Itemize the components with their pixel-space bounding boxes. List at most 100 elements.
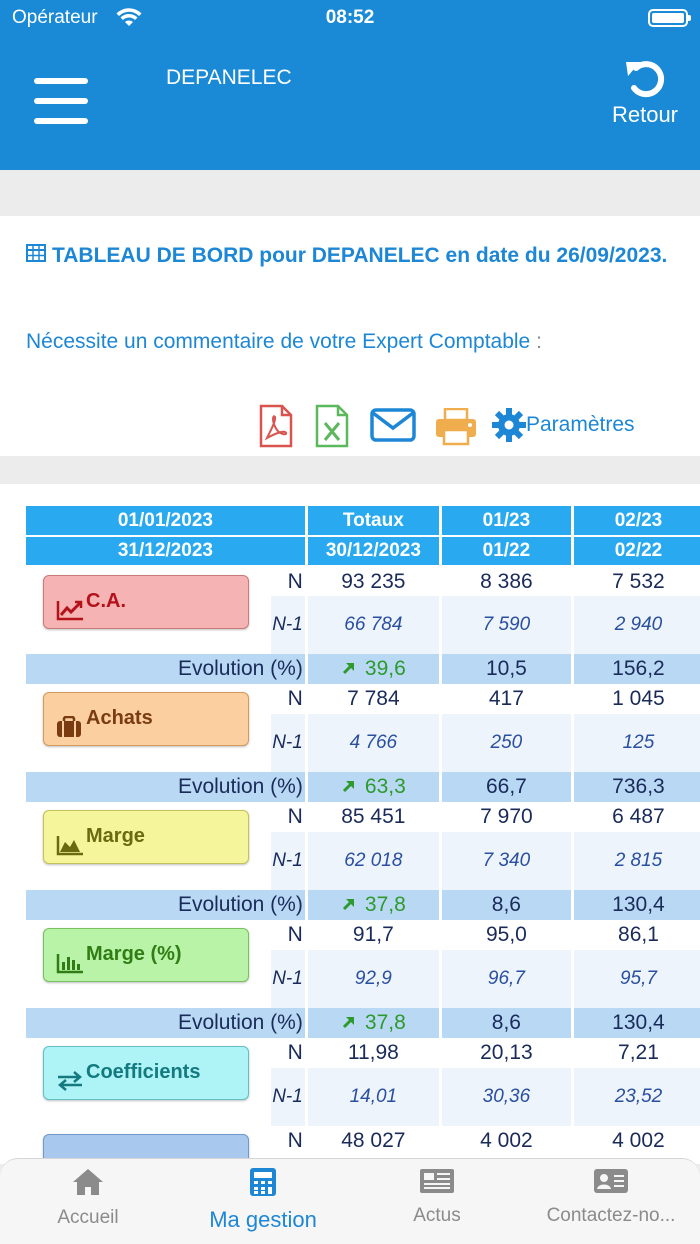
evolution-total: 39,6 bbox=[306, 654, 442, 684]
app-header: Opérateur 08:52 DEPANELEC Retour bbox=[0, 0, 700, 170]
comment-notice-colon: : bbox=[536, 330, 542, 353]
tab-actus[interactable]: Actus bbox=[400, 1167, 474, 1227]
n-1-label: N-1 bbox=[269, 596, 308, 654]
indicator-marge-button[interactable]: Marge (%) bbox=[43, 928, 249, 982]
indicator-achats-button[interactable]: Achats bbox=[43, 692, 249, 746]
evolution-total: 37,8 bbox=[306, 1008, 442, 1038]
table-row: C.A. N 93 235 8 386 7 532 bbox=[26, 566, 700, 654]
value-n-month: 6 487 bbox=[572, 802, 700, 832]
evolution-row: Evolution (%) 37,8 8,6 130,4 bbox=[26, 1008, 700, 1038]
table-row: Marge N 85 451 7 970 6 487 bbox=[26, 802, 700, 890]
dashboard-title-text: TABLEAU DE BORD pour DEPANELEC en date d… bbox=[52, 244, 668, 267]
value-n-1-month: 96,7 bbox=[440, 950, 574, 1008]
up-arrow-icon bbox=[342, 662, 354, 675]
indicator-c-a-button[interactable]: C.A. bbox=[43, 575, 249, 629]
evolution-total-value: 37,8 bbox=[364, 893, 406, 916]
value-n-month: 7,21 bbox=[572, 1038, 700, 1068]
value-n-1-month: 23,52 bbox=[572, 1068, 700, 1126]
indicator-cell: Marge (%) bbox=[26, 920, 272, 1008]
value-n-1-total: 14,01 bbox=[306, 1068, 442, 1126]
header-totals: Totaux bbox=[306, 506, 442, 537]
back-label: Retour bbox=[611, 102, 679, 127]
value-n-total: 48 027 bbox=[306, 1126, 442, 1156]
evolution-label: Evolution (%) bbox=[26, 1008, 308, 1038]
indicator-marge-icon bbox=[56, 943, 84, 993]
table-row: Coefficients N 11,98 20,13 7,21 bbox=[26, 1038, 700, 1126]
value-n-1-month: 125 bbox=[572, 714, 700, 772]
value-n-1-month: 250 bbox=[440, 714, 574, 772]
print-icon[interactable] bbox=[434, 407, 478, 451]
tab-label: Contactez-no... bbox=[546, 1205, 676, 1226]
indicator-label: Marge bbox=[86, 825, 145, 847]
indicator-marge-button[interactable]: Marge bbox=[43, 810, 249, 864]
indicator-cell: Marge bbox=[26, 802, 272, 890]
n-label: N bbox=[269, 566, 308, 596]
excel-export-icon[interactable] bbox=[314, 404, 350, 453]
value-n-1-total: 66 784 bbox=[306, 596, 442, 654]
status-bar: Opérateur 08:52 bbox=[0, 0, 700, 36]
indicator-label: Marge (%) bbox=[86, 943, 182, 965]
value-n-total: 91,7 bbox=[306, 920, 442, 950]
value-n-month: 1 045 bbox=[572, 684, 700, 714]
pdf-export-icon[interactable] bbox=[258, 404, 294, 453]
value-n-month: 20,13 bbox=[440, 1038, 574, 1068]
indicator-label: Coefficients bbox=[86, 1061, 201, 1083]
evolution-total: 63,3 bbox=[306, 772, 442, 802]
evolution-month: 156,2 bbox=[572, 654, 700, 684]
settings-button[interactable]: Paramètres bbox=[492, 408, 635, 442]
value-n-1-total: 62 018 bbox=[306, 832, 442, 890]
header-period-end: 31/12/2023 bbox=[26, 536, 308, 567]
table-grid-icon bbox=[26, 232, 46, 280]
company-title: DEPANELEC bbox=[166, 66, 292, 89]
dashboard-table: 01/01/2023 Totaux 01/23 02/23 31/12/2023 30/1… bbox=[26, 506, 700, 1164]
n-label: N bbox=[269, 920, 308, 950]
tab-label: Accueil bbox=[57, 1207, 119, 1228]
value-n-1-month: 7 590 bbox=[440, 596, 574, 654]
home-icon bbox=[73, 1169, 103, 1195]
header-compare-col: 02/22 bbox=[572, 536, 700, 567]
value-n-1-month: 95,7 bbox=[572, 950, 700, 1008]
value-n-total: 85 451 bbox=[306, 802, 442, 832]
n-1-label: N-1 bbox=[269, 1068, 308, 1126]
indicator-coefficients-icon bbox=[56, 1061, 84, 1111]
evolution-month: 10,5 bbox=[440, 654, 574, 684]
table-row: N 48 027 4 002 4 002 bbox=[26, 1126, 700, 1164]
evolution-total-value: 39,6 bbox=[364, 657, 406, 680]
contact-card-icon bbox=[594, 1169, 628, 1193]
evolution-month: 66,7 bbox=[440, 772, 574, 802]
gear-icon bbox=[492, 408, 526, 442]
n-1-label: N-1 bbox=[269, 714, 308, 772]
hamburger-menu-button[interactable] bbox=[34, 78, 88, 124]
evolution-month: 8,6 bbox=[440, 890, 574, 920]
evolution-month: 8,6 bbox=[440, 1008, 574, 1038]
evolution-row: Evolution (%) 37,8 8,6 130,4 bbox=[26, 890, 700, 920]
n-label: N bbox=[269, 1038, 308, 1068]
evolution-total: 37,8 bbox=[306, 890, 442, 920]
dashboard-table-container[interactable]: 01/01/2023 Totaux 01/23 02/23 31/12/2023 30/1… bbox=[0, 484, 700, 1164]
up-arrow-icon bbox=[342, 898, 354, 911]
value-n-1-total: 4 766 bbox=[306, 714, 442, 772]
indicator-coefficients-button[interactable]: Coefficients bbox=[43, 1046, 249, 1100]
tab-ma-gestion[interactable]: Ma gestion bbox=[198, 1167, 328, 1233]
value-n-1-month: 2 815 bbox=[572, 832, 700, 890]
value-n-total: 93 235 bbox=[306, 566, 442, 596]
tab-contactez-nous[interactable]: Contactez-no... bbox=[536, 1167, 686, 1227]
table-header-row: 01/01/2023 Totaux 01/23 02/23 bbox=[26, 506, 700, 537]
value-n-total: 7 784 bbox=[306, 684, 442, 714]
n-label: N bbox=[269, 684, 308, 714]
header-month-col: 02/23 bbox=[572, 506, 700, 537]
back-button[interactable]: Retour bbox=[606, 58, 684, 134]
tab-accueil[interactable]: Accueil bbox=[48, 1167, 128, 1229]
bottom-tab-bar: Accueil Ma gestion Actus Contactez-no... bbox=[0, 1158, 700, 1244]
indicator-cell: C.A. bbox=[26, 566, 272, 654]
comment-notice-text: Nécessite un commentaire de votre Expert… bbox=[26, 330, 531, 353]
evolution-total-value: 63,3 bbox=[364, 775, 406, 798]
up-arrow-icon bbox=[342, 780, 354, 793]
value-n-1-month: 7 340 bbox=[440, 832, 574, 890]
email-icon[interactable] bbox=[370, 408, 416, 447]
status-time: 08:52 bbox=[325, 7, 375, 28]
header-month-col: 01/23 bbox=[440, 506, 574, 537]
indicator-label: C.A. bbox=[86, 590, 126, 612]
header-compare-col: 01/22 bbox=[440, 536, 574, 567]
evolution-month: 736,3 bbox=[572, 772, 700, 802]
